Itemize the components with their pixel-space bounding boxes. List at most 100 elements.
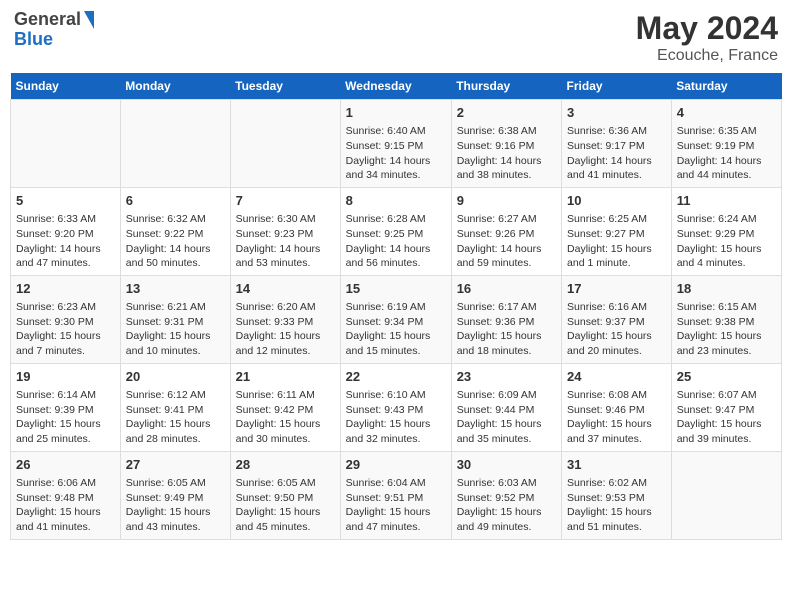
table-row: 27 Sunrise: 6:05 AMSunset: 9:49 PMDayligh… xyxy=(120,451,230,539)
logo: General Blue xyxy=(14,10,94,50)
day-info: Sunrise: 6:16 AMSunset: 9:37 PMDaylight:… xyxy=(567,300,666,359)
day-number: 24 xyxy=(567,368,666,386)
day-number: 6 xyxy=(126,192,225,210)
month-year: May 2024 xyxy=(636,10,778,47)
day-info: Sunrise: 6:25 AMSunset: 9:27 PMDaylight:… xyxy=(567,212,666,271)
day-info: Sunrise: 6:27 AMSunset: 9:26 PMDaylight:… xyxy=(457,212,556,271)
calendar-header: Sunday Monday Tuesday Wednesday Thursday… xyxy=(11,73,782,100)
table-row: 28Sunrise: 6:05 AMSunset: 9:50 PMDayligh… xyxy=(230,451,340,539)
day-info: Sunrise: 6:30 AMSunset: 9:23 PMDaylight:… xyxy=(236,212,335,271)
location: Ecouche, France xyxy=(636,47,778,65)
day-info: Sunrise: 6:05 AMSunset: 9:50 PMDaylight:… xyxy=(236,476,335,535)
table-row: 4 Sunrise: 6:35 AMSunset: 9:19 PMDaylight… xyxy=(671,100,781,188)
table-row xyxy=(230,100,340,188)
day-info: Sunrise: 6:11 AMSunset: 9:42 PMDaylight:… xyxy=(236,388,335,447)
day-number: 27 xyxy=(126,456,225,474)
day-number: 5 xyxy=(16,192,115,210)
table-row: 11Sunrise: 6:24 AMSunset: 9:29 PMDayligh… xyxy=(671,187,781,275)
day-number: 13 xyxy=(126,280,225,298)
day-info: Sunrise: 6:05 AMSunset: 9:49 PMDaylight:… xyxy=(126,476,225,535)
col-friday: Friday xyxy=(562,73,672,100)
table-row: 30Sunrise: 6:03 AMSunset: 9:52 PMDayligh… xyxy=(451,451,561,539)
logo-line1: General xyxy=(14,10,94,30)
calendar-week-row: 5 Sunrise: 6:33 AMSunset: 9:20 PMDaylight… xyxy=(11,187,782,275)
day-info: Sunrise: 6:38 AMSunset: 9:16 PMDaylight:… xyxy=(457,124,556,183)
table-row xyxy=(120,100,230,188)
day-info: Sunrise: 6:07 AMSunset: 9:47 PMDaylight:… xyxy=(677,388,776,447)
day-info: Sunrise: 6:02 AMSunset: 9:53 PMDaylight:… xyxy=(567,476,666,535)
day-info: Sunrise: 6:04 AMSunset: 9:51 PMDaylight:… xyxy=(346,476,446,535)
table-row: 10 Sunrise: 6:25 AMSunset: 9:27 PMDayligh… xyxy=(562,187,672,275)
col-monday: Monday xyxy=(120,73,230,100)
day-number: 15 xyxy=(346,280,446,298)
table-row: 6Sunrise: 6:32 AMSunset: 9:22 PMDaylight… xyxy=(120,187,230,275)
day-number: 14 xyxy=(236,280,335,298)
day-number: 3 xyxy=(567,104,666,122)
col-tuesday: Tuesday xyxy=(230,73,340,100)
table-row: 29Sunrise: 6:04 AMSunset: 9:51 PMDayligh… xyxy=(340,451,451,539)
table-row: 13 Sunrise: 6:21 AMSunset: 9:31 PMDayligh… xyxy=(120,275,230,363)
day-number: 9 xyxy=(457,192,556,210)
day-number: 1 xyxy=(346,104,446,122)
table-row: 5 Sunrise: 6:33 AMSunset: 9:20 PMDaylight… xyxy=(11,187,121,275)
page-header: General Blue May 2024 Ecouche, France xyxy=(10,10,782,65)
day-info: Sunrise: 6:15 AMSunset: 9:38 PMDaylight:… xyxy=(677,300,776,359)
day-info: Sunrise: 6:23 AMSunset: 9:30 PMDaylight:… xyxy=(16,300,115,359)
day-info: Sunrise: 6:17 AMSunset: 9:36 PMDaylight:… xyxy=(457,300,556,359)
day-number: 16 xyxy=(457,280,556,298)
calendar-week-row: 12 Sunrise: 6:23 AMSunset: 9:30 PMDayligh… xyxy=(11,275,782,363)
day-info: Sunrise: 6:19 AMSunset: 9:34 PMDaylight:… xyxy=(346,300,446,359)
title-block: May 2024 Ecouche, France xyxy=(636,10,778,65)
table-row: 12 Sunrise: 6:23 AMSunset: 9:30 PMDayligh… xyxy=(11,275,121,363)
table-row: 18 Sunrise: 6:15 AMSunset: 9:38 PMDayligh… xyxy=(671,275,781,363)
day-number: 12 xyxy=(16,280,115,298)
day-number: 26 xyxy=(16,456,115,474)
day-info: Sunrise: 6:35 AMSunset: 9:19 PMDaylight:… xyxy=(677,124,776,183)
day-info: Sunrise: 6:12 AMSunset: 9:41 PMDaylight:… xyxy=(126,388,225,447)
day-number: 18 xyxy=(677,280,776,298)
calendar-body: 1Sunrise: 6:40 AMSunset: 9:15 PMDaylight… xyxy=(11,100,782,540)
day-number: 8 xyxy=(346,192,446,210)
day-info: Sunrise: 6:33 AMSunset: 9:20 PMDaylight:… xyxy=(16,212,115,271)
table-row: 2Sunrise: 6:38 AMSunset: 9:16 PMDaylight… xyxy=(451,100,561,188)
table-row: 23Sunrise: 6:09 AMSunset: 9:44 PMDayligh… xyxy=(451,363,561,451)
table-row xyxy=(11,100,121,188)
table-row: 17 Sunrise: 6:16 AMSunset: 9:37 PMDayligh… xyxy=(562,275,672,363)
day-number: 31 xyxy=(567,456,666,474)
day-info: Sunrise: 6:20 AMSunset: 9:33 PMDaylight:… xyxy=(236,300,335,359)
day-number: 19 xyxy=(16,368,115,386)
table-row: 9 Sunrise: 6:27 AMSunset: 9:26 PMDaylight… xyxy=(451,187,561,275)
logo-triangle-icon xyxy=(84,11,94,29)
day-number: 7 xyxy=(236,192,335,210)
calendar-week-row: 26Sunrise: 6:06 AMSunset: 9:48 PMDayligh… xyxy=(11,451,782,539)
calendar-table: Sunday Monday Tuesday Wednesday Thursday… xyxy=(10,73,782,540)
day-number: 20 xyxy=(126,368,225,386)
table-row: 8 Sunrise: 6:28 AMSunset: 9:25 PMDaylight… xyxy=(340,187,451,275)
day-number: 25 xyxy=(677,368,776,386)
day-number: 21 xyxy=(236,368,335,386)
day-number: 23 xyxy=(457,368,556,386)
day-info: Sunrise: 6:24 AMSunset: 9:29 PMDaylight:… xyxy=(677,212,776,271)
table-row: 20 Sunrise: 6:12 AMSunset: 9:41 PMDayligh… xyxy=(120,363,230,451)
day-number: 17 xyxy=(567,280,666,298)
day-info: Sunrise: 6:36 AMSunset: 9:17 PMDaylight:… xyxy=(567,124,666,183)
table-row: 15 Sunrise: 6:19 AMSunset: 9:34 PMDayligh… xyxy=(340,275,451,363)
table-row xyxy=(671,451,781,539)
table-row: 1Sunrise: 6:40 AMSunset: 9:15 PMDaylight… xyxy=(340,100,451,188)
table-row: 26Sunrise: 6:06 AMSunset: 9:48 PMDayligh… xyxy=(11,451,121,539)
day-info: Sunrise: 6:08 AMSunset: 9:46 PMDaylight:… xyxy=(567,388,666,447)
calendar-week-row: 1Sunrise: 6:40 AMSunset: 9:15 PMDaylight… xyxy=(11,100,782,188)
table-row: 22Sunrise: 6:10 AMSunset: 9:43 PMDayligh… xyxy=(340,363,451,451)
table-row: 24 Sunrise: 6:08 AMSunset: 9:46 PMDayligh… xyxy=(562,363,672,451)
table-row: 19Sunrise: 6:14 AMSunset: 9:39 PMDayligh… xyxy=(11,363,121,451)
day-number: 10 xyxy=(567,192,666,210)
table-row: 7 Sunrise: 6:30 AMSunset: 9:23 PMDaylight… xyxy=(230,187,340,275)
day-number: 22 xyxy=(346,368,446,386)
day-info: Sunrise: 6:21 AMSunset: 9:31 PMDaylight:… xyxy=(126,300,225,359)
table-row: 14 Sunrise: 6:20 AMSunset: 9:33 PMDayligh… xyxy=(230,275,340,363)
table-row: 25 Sunrise: 6:07 AMSunset: 9:47 PMDayligh… xyxy=(671,363,781,451)
day-number: 4 xyxy=(677,104,776,122)
col-wednesday: Wednesday xyxy=(340,73,451,100)
day-info: Sunrise: 6:28 AMSunset: 9:25 PMDaylight:… xyxy=(346,212,446,271)
table-row: 16 Sunrise: 6:17 AMSunset: 9:36 PMDayligh… xyxy=(451,275,561,363)
